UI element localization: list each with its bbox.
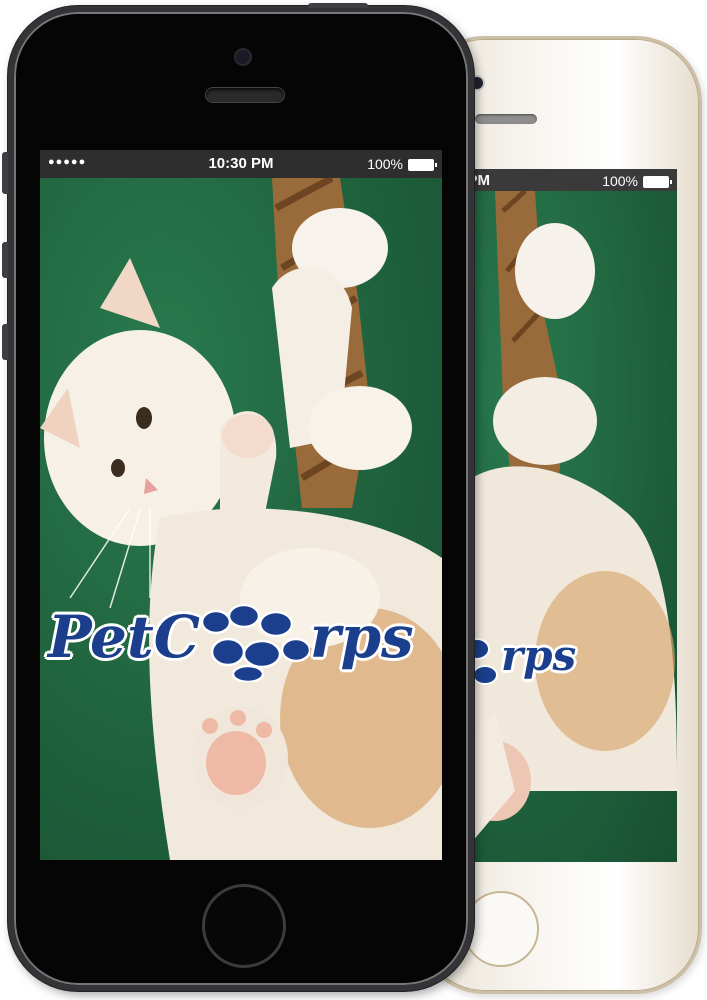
phone-front-screen: ●●●●● 10:30 PM 100% PetC rps bbox=[40, 150, 442, 860]
phone-front-spacegrey: ●●●●● 10:30 PM 100% PetC rps bbox=[2, 3, 474, 991]
kitten-illustration bbox=[40, 178, 442, 860]
phone-back-screen: 0 PM 100% rps bbox=[455, 169, 677, 862]
home-button[interactable] bbox=[202, 884, 286, 968]
battery-icon bbox=[643, 176, 672, 189]
home-button[interactable] bbox=[463, 891, 539, 967]
status-bar: ●●●●● 10:30 PM 100% bbox=[40, 150, 442, 178]
status-battery: 100% bbox=[602, 173, 672, 189]
logo-text-right: rps bbox=[501, 631, 577, 680]
volume-down-button bbox=[2, 324, 8, 360]
status-battery: 100% bbox=[367, 156, 437, 172]
earpiece-speaker bbox=[475, 114, 537, 124]
battery-percent: 100% bbox=[602, 173, 638, 189]
status-bar: 0 PM 100% bbox=[455, 169, 677, 191]
volume-up-button bbox=[2, 242, 8, 278]
logo-text-left: PetC bbox=[48, 603, 200, 671]
mute-switch bbox=[2, 152, 8, 194]
logo-text-right: rps bbox=[309, 603, 414, 671]
front-camera bbox=[236, 50, 250, 64]
battery-icon bbox=[408, 159, 437, 172]
power-button bbox=[308, 3, 368, 8]
paw-prints-icon bbox=[200, 603, 310, 682]
kitten-illustration bbox=[455, 191, 677, 862]
petcorps-logo: PetC rps bbox=[48, 602, 414, 682]
earpiece-speaker bbox=[206, 88, 284, 102]
battery-percent: 100% bbox=[367, 156, 403, 172]
